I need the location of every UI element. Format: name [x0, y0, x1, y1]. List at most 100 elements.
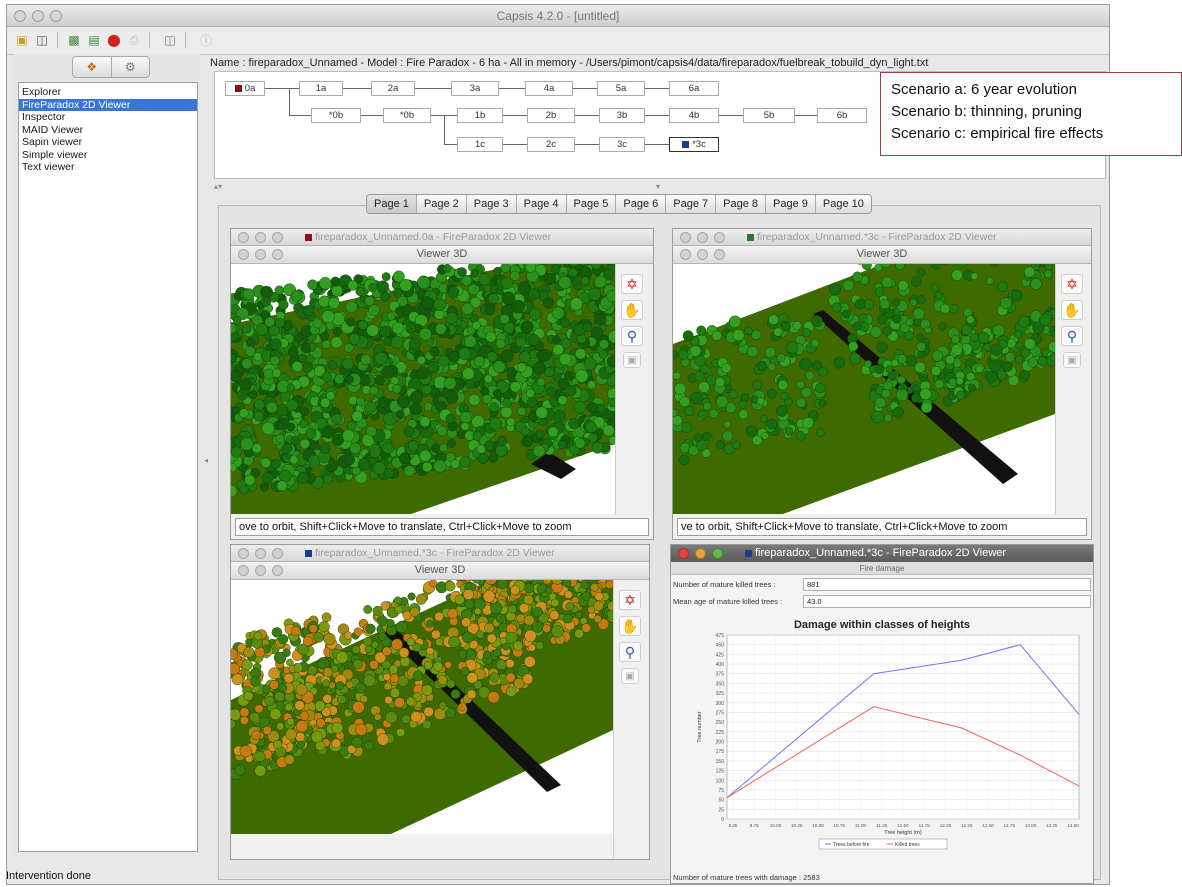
viewer-outer-titlebar[interactable]: fireparadox_Unnamed.*3c - FireParadox 2D… — [673, 229, 1091, 246]
minimize-inner-button[interactable] — [255, 249, 266, 260]
forest-3d-canvas[interactable] — [673, 264, 1055, 514]
zoom-viewer-button[interactable] — [272, 232, 283, 243]
tree-node-3b[interactable]: 3b — [599, 108, 645, 123]
minimize-inner-button[interactable] — [697, 249, 708, 260]
tree-node-3c-current[interactable]: *3c — [669, 137, 719, 152]
minimize-viewer-button[interactable] — [255, 232, 266, 243]
tool-list-item[interactable]: Simple viewer — [19, 149, 197, 162]
page-tab-4[interactable]: Page 4 — [515, 195, 566, 213]
page-tab-7[interactable]: Page 7 — [665, 195, 715, 213]
page-tab-8[interactable]: Page 8 — [715, 195, 765, 213]
page-tab-9[interactable]: Page 9 — [765, 195, 815, 213]
zoom-viewer-button[interactable] — [714, 232, 725, 243]
forest-3d-canvas[interactable] — [231, 580, 613, 834]
zoom-tool-icon[interactable]: ⚲ — [619, 642, 641, 662]
tree-node-6b[interactable]: 6b — [817, 108, 867, 123]
page-tab-10[interactable]: Page 10 — [814, 195, 871, 213]
x-tick-label: 12.25 — [961, 823, 973, 828]
tree-node-4b[interactable]: 4b — [669, 108, 719, 123]
close-inner-button[interactable] — [238, 565, 249, 576]
tree-node-1a[interactable]: 1a — [299, 81, 343, 96]
print-icon[interactable]: ⎙ — [125, 31, 143, 49]
zoom-inner-button[interactable] — [272, 249, 283, 260]
tree-node-5b[interactable]: 5b — [743, 108, 795, 123]
new-project-icon[interactable]: ▣ — [13, 31, 31, 49]
tree-node-2c[interactable]: 2c — [527, 137, 575, 152]
viewer-3d-title: Viewer 3D — [231, 246, 653, 264]
close-inner-button[interactable] — [238, 249, 249, 260]
tree-node-5a[interactable]: 5a — [597, 81, 645, 96]
tree-node-0b[interactable]: *0b — [311, 108, 361, 123]
tools-tab-icon[interactable]: ❖ — [73, 57, 111, 77]
zoom-viewer-button[interactable] — [272, 548, 283, 559]
step-mark-icon — [747, 234, 754, 241]
tool-list-item[interactable]: Inspector — [19, 111, 197, 124]
y-tick-label: 425 — [716, 652, 725, 658]
zoom-inner-button[interactable] — [714, 249, 725, 260]
page-tab-6[interactable]: Page 6 — [615, 195, 665, 213]
killed-trees-label: Number of mature killed trees : — [673, 580, 776, 589]
orbit-tool-icon[interactable]: ✡ — [621, 274, 643, 294]
tool-list-item[interactable]: Explorer — [19, 86, 197, 99]
zoom-tool-icon[interactable]: ⚲ — [621, 326, 643, 346]
pan-hand-icon[interactable]: ✋ — [621, 300, 643, 320]
split-handle-center-icon[interactable]: ▾ — [656, 182, 660, 191]
tool-list-item[interactable]: MAID Viewer — [19, 124, 197, 137]
close-viewer-button[interactable] — [238, 548, 249, 559]
chart-legend: Trees before fire Killed trees — [818, 838, 948, 850]
minimize-viewer-button[interactable] — [695, 548, 706, 559]
tree-node-3c[interactable]: 3c — [599, 137, 645, 152]
close-viewer-button[interactable] — [680, 232, 691, 243]
tool-list-item[interactable]: FireParadox 2D Viewer — [19, 98, 197, 111]
tree-node-4a[interactable]: 4a — [525, 81, 573, 96]
tree-node-1c[interactable]: 1c — [457, 137, 503, 152]
zoom-tool-icon[interactable]: ⚲ — [1061, 326, 1083, 346]
reset-view-icon[interactable]: ▣ — [1063, 352, 1081, 368]
stop-icon[interactable]: ⬤ — [105, 31, 123, 49]
tool-list-item[interactable]: Text viewer — [19, 161, 197, 174]
minimize-inner-button[interactable] — [255, 565, 266, 576]
zoom-inner-button[interactable] — [272, 565, 283, 576]
viewer-outer-titlebar[interactable]: fireparadox_Unnamed.*3c - FireParadox 2D… — [231, 545, 649, 562]
split-handle-icon[interactable]: ▴▾ — [214, 182, 222, 191]
tree-node-2a[interactable]: 2a — [371, 81, 415, 96]
pan-hand-icon[interactable]: ✋ — [619, 616, 641, 636]
forest-3d-canvas[interactable] — [231, 264, 615, 514]
page-tab-5[interactable]: Page 5 — [565, 195, 616, 213]
page-tab-3[interactable]: Page 3 — [465, 195, 516, 213]
fire-damage-titlebar[interactable]: fireparadox_Unnamed.*3c - FireParadox 2D… — [671, 545, 1093, 562]
save-project-icon[interactable]: ▩ — [65, 31, 83, 49]
orbit-tool-icon[interactable]: ✡ — [1061, 274, 1083, 294]
orbit-tool-icon[interactable]: ✡ — [619, 590, 641, 610]
close-viewer-button[interactable] — [238, 232, 249, 243]
open-project-icon[interactable]: ◫ — [33, 31, 51, 49]
reset-view-icon[interactable]: ▣ — [621, 668, 639, 684]
tree-node-6a[interactable]: 6a — [669, 81, 719, 96]
tool-list-item[interactable]: Sapin viewer — [19, 136, 197, 149]
copy-step-icon[interactable]: ◫ — [161, 31, 179, 49]
reset-view-icon[interactable]: ▣ — [623, 352, 641, 368]
help-icon[interactable]: ⓘ — [197, 31, 215, 49]
zoom-viewer-button[interactable] — [712, 548, 723, 559]
tree-node-2b[interactable]: 2b — [527, 108, 575, 123]
tree-node-0b-2[interactable]: *0b — [383, 108, 431, 123]
page-tab-1[interactable]: Page 1 — [367, 195, 416, 213]
window-titlebar[interactable]: Capsis 4.2.0 - [untitled] — [7, 5, 1109, 27]
minimize-viewer-button[interactable] — [255, 548, 266, 559]
pan-hand-icon[interactable]: ✋ — [1061, 300, 1083, 320]
page-tab-2[interactable]: Page 2 — [415, 195, 466, 213]
tree-node-3a[interactable]: 3a — [451, 81, 499, 96]
x-tick-label: 13.00 — [1025, 823, 1037, 828]
main-toolbar: ▣ ◫ ▩ ▤ ⬤ ⎙ ◫ ⓘ — [7, 27, 1109, 55]
x-tick-label: 10.75 — [834, 823, 846, 828]
viewer-outer-titlebar[interactable]: fireparadox_Unnamed.0a - FireParadox 2D … — [231, 229, 653, 246]
save-as-icon[interactable]: ▤ — [85, 31, 103, 49]
close-viewer-button[interactable] — [678, 548, 689, 559]
fire-damage-window-title: fireparadox_Unnamed.*3c - FireParadox 2D… — [755, 547, 1007, 559]
close-inner-button[interactable] — [680, 249, 691, 260]
tree-node-1b[interactable]: 1b — [457, 108, 503, 123]
left-split-handle-icon[interactable]: ◂ — [204, 456, 208, 465]
tree-node-0a[interactable]: 0a — [225, 81, 265, 96]
settings-tab-icon[interactable]: ⚙ — [110, 57, 150, 77]
minimize-viewer-button[interactable] — [697, 232, 708, 243]
